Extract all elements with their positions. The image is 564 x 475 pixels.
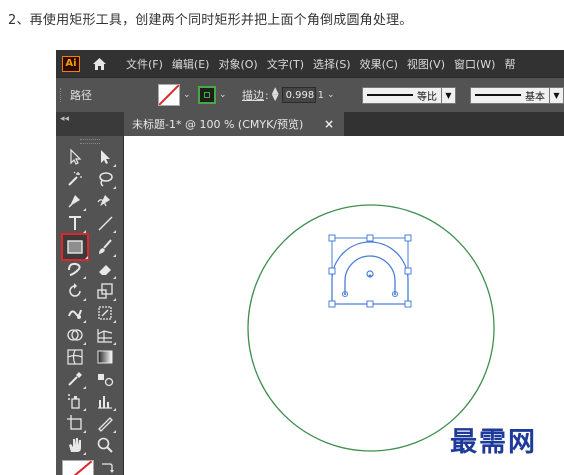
- width-profile-value: 等比: [417, 91, 437, 103]
- brush-select[interactable]: 基本: [470, 86, 550, 104]
- lasso-tool-icon[interactable]: [94, 168, 116, 190]
- menu-help[interactable]: 帮: [500, 56, 519, 72]
- collapse-icon[interactable]: ◂◂: [60, 114, 69, 124]
- symbol-sprayer-tool-icon[interactable]: [64, 390, 86, 412]
- fill-stroke-indicator[interactable]: [62, 460, 94, 475]
- chevron-down-icon[interactable]: ⌄: [327, 90, 335, 100]
- menu-effect[interactable]: 效果(C): [356, 56, 402, 72]
- swap-fill-stroke-icon[interactable]: [96, 458, 118, 475]
- stroke-label[interactable]: 描边: [242, 87, 264, 103]
- width-profile-select[interactable]: 等比: [362, 86, 442, 104]
- menu-file[interactable]: 文件(F): [122, 56, 167, 72]
- magic-wand-tool-icon[interactable]: [64, 168, 86, 190]
- blend-tool-icon[interactable]: [94, 368, 116, 390]
- site-watermark: 最需网: [450, 427, 537, 458]
- stroke-weight-input[interactable]: 0.998: [281, 87, 316, 103]
- main-menu: 文件(F) 编辑(E) 对象(O) 文字(T) 选择(S) 效果(C) 视图(V…: [122, 56, 520, 72]
- stroke-color-control[interactable]: ⌄: [198, 78, 227, 112]
- slice-tool-icon[interactable]: [94, 412, 116, 434]
- chevron-down-icon[interactable]: ▼: [442, 86, 456, 104]
- instruction-caption: 2、再使用矩形工具，创建两个同时矩形并把上面个角倒成圆角处理。: [8, 13, 413, 28]
- chevron-down-icon[interactable]: ⌄: [183, 90, 191, 100]
- rounded-rectangle-shape: [331, 241, 409, 305]
- menu-bar: Ai 文件(F) 编辑(E) 对象(O) 文字(T) 选择(S) 效果(C) 视…: [56, 50, 564, 77]
- type-tool-icon[interactable]: [64, 212, 86, 234]
- toolbar-header: ◂◂: [56, 112, 124, 136]
- object-type-label: 路径: [70, 89, 92, 102]
- menu-view[interactable]: 视图(V): [403, 56, 449, 72]
- eyedropper-tool-icon[interactable]: [64, 368, 86, 390]
- curvature-tool-icon[interactable]: [94, 190, 116, 212]
- direct-selection-tool-icon[interactable]: [94, 146, 116, 168]
- fill-none-swatch[interactable]: [158, 84, 180, 106]
- zoom-tool-icon[interactable]: [94, 434, 116, 456]
- brush-value: 基本: [525, 91, 545, 103]
- scale-tool-icon[interactable]: [94, 280, 116, 302]
- close-icon[interactable]: ×: [324, 117, 334, 131]
- column-graph-tool-icon[interactable]: [94, 390, 116, 412]
- paintbrush-tool-icon[interactable]: [94, 236, 116, 258]
- chevron-down-icon[interactable]: ▼: [550, 86, 564, 104]
- line-segment-tool-icon[interactable]: [94, 212, 116, 234]
- menu-edit[interactable]: 编辑(E): [168, 56, 214, 72]
- document-tab[interactable]: 未标题-1* @ 100 % (CMYK/预览) ×: [124, 112, 344, 136]
- shape-builder-tool-icon[interactable]: [64, 324, 86, 346]
- illustrator-window: Ai 文件(F) 编辑(E) 对象(O) 文字(T) 选择(S) 效果(C) 视…: [56, 50, 564, 475]
- stroke-color-swatch[interactable]: [198, 86, 216, 104]
- control-bar: 路径 ⌄ ⌄ 描边 : ▲ ▼ 0.998 1 ⌄ 等比 ▼ 基本 ▼: [56, 77, 564, 113]
- eraser-tool-icon[interactable]: [94, 258, 116, 280]
- tools-panel: [56, 136, 124, 475]
- app-logo: Ai: [62, 55, 80, 72]
- fill-control[interactable]: ⌄: [158, 78, 191, 112]
- hand-tool-icon[interactable]: [64, 434, 86, 456]
- pen-tool-icon[interactable]: [64, 190, 86, 212]
- brush-definition[interactable]: 基本 ▼: [470, 78, 564, 112]
- document-tab-title: 未标题-1* @ 100 % (CMYK/预览): [132, 118, 304, 131]
- menu-type[interactable]: 文字(T): [263, 56, 308, 72]
- stroke-unit: 1: [317, 89, 325, 101]
- shaper-tool-icon[interactable]: [64, 258, 86, 280]
- gradient-tool-icon[interactable]: [94, 346, 116, 368]
- home-icon[interactable]: [90, 55, 108, 73]
- chevron-down-icon[interactable]: ⌄: [219, 90, 227, 100]
- toolbar-grip[interactable]: [80, 139, 100, 144]
- rectangle-tool-icon[interactable]: [61, 233, 89, 261]
- selection-tool-icon[interactable]: [64, 146, 86, 168]
- free-transform-tool-icon[interactable]: [94, 302, 116, 324]
- variable-width-profile[interactable]: 等比 ▼: [362, 78, 456, 112]
- warp-tool-icon[interactable]: [64, 302, 86, 324]
- rotate-tool-icon[interactable]: [64, 280, 86, 302]
- perspective-grid-tool-icon[interactable]: [94, 324, 116, 346]
- menu-window[interactable]: 窗口(W): [450, 56, 499, 72]
- stroke-spinner-icon[interactable]: ▲ ▼: [272, 87, 279, 103]
- artboard-tool-icon[interactable]: [64, 412, 86, 434]
- menu-select[interactable]: 选择(S): [309, 56, 355, 72]
- tab-strip: ◂◂ 未标题-1* @ 100 % (CMYK/预览) ×: [56, 112, 564, 136]
- mesh-tool-icon[interactable]: [64, 346, 86, 368]
- stroke-weight-control: 描边 : ▲ ▼ 0.998 1 ⌄: [242, 86, 335, 103]
- control-bar-grip[interactable]: [60, 88, 64, 102]
- menu-object[interactable]: 对象(O): [214, 56, 261, 72]
